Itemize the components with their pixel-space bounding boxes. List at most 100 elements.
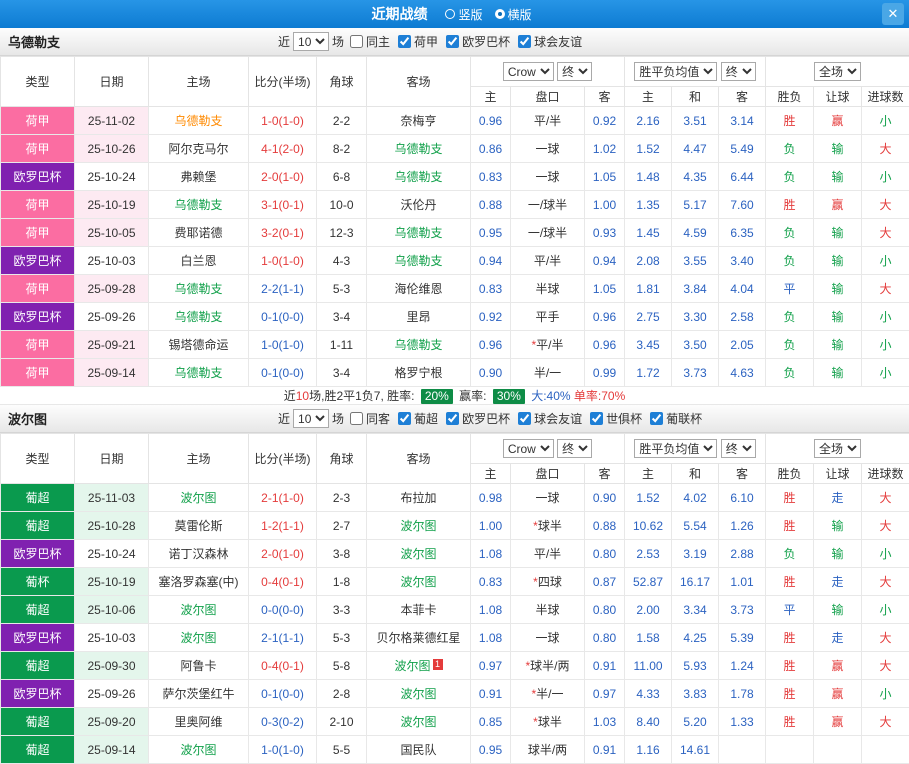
- checkbox-label: 欧罗巴杯: [462, 410, 510, 427]
- away-team[interactable]: 波尔图: [367, 540, 471, 568]
- handicap: 平/半: [511, 540, 585, 568]
- avg-home: 52.87: [625, 568, 672, 596]
- checkbox-input[interactable]: [398, 412, 411, 425]
- col-away: 客场: [367, 434, 471, 484]
- home-team[interactable]: 乌德勒支: [149, 275, 249, 303]
- home-team[interactable]: 费耶诺德: [149, 219, 249, 247]
- home-team[interactable]: 锡塔德命运: [149, 331, 249, 359]
- away-team[interactable]: 波尔图: [367, 680, 471, 708]
- checkbox-input[interactable]: [590, 412, 603, 425]
- goals-result: 大: [862, 512, 909, 540]
- away-team[interactable]: 乌德勒支: [367, 135, 471, 163]
- radio-label: 横版: [508, 6, 532, 23]
- scope-select[interactable]: 全场: [814, 439, 861, 458]
- handicap: 平手: [511, 303, 585, 331]
- home-team[interactable]: 乌德勒支: [149, 303, 249, 331]
- score: 1-0(1-0): [249, 331, 317, 359]
- away-team[interactable]: 波尔图1: [367, 652, 471, 680]
- away-team[interactable]: 贝尔格莱德红星: [367, 624, 471, 652]
- home-team[interactable]: 波尔图: [149, 624, 249, 652]
- odds-away: 0.87: [585, 568, 625, 596]
- filter-checkbox[interactable]: 欧罗巴杯: [446, 410, 510, 427]
- checkbox-input[interactable]: [446, 412, 459, 425]
- home-team[interactable]: 莫雷伦斯: [149, 512, 249, 540]
- home-team[interactable]: 乌德勒支: [149, 359, 249, 387]
- home-team[interactable]: 阿鲁卡: [149, 652, 249, 680]
- match-row: 欧罗巴杯25-10-03波尔图2-1(1-1)5-3贝尔格莱德红星1.08一球0…: [1, 624, 909, 652]
- home-team[interactable]: 阿尔克马尔: [149, 135, 249, 163]
- home-team[interactable]: 塞洛罗森塞(中): [149, 568, 249, 596]
- home-team[interactable]: 乌德勒支: [149, 107, 249, 135]
- avg-time-select[interactable]: 终: [721, 62, 756, 81]
- away-team[interactable]: 海伦维恩: [367, 275, 471, 303]
- odds-home: 0.96: [471, 107, 511, 135]
- filter-checkbox[interactable]: 葡联杯: [650, 410, 702, 427]
- home-team[interactable]: 波尔图: [149, 484, 249, 512]
- away-team[interactable]: 波尔图: [367, 568, 471, 596]
- filter-checkbox[interactable]: 球会友谊: [518, 410, 582, 427]
- home-team[interactable]: 萨尔茨堡红牛: [149, 680, 249, 708]
- avg-draw: 4.47: [672, 135, 719, 163]
- filter-checkbox[interactable]: 荷甲: [398, 33, 438, 50]
- score: 1-0(1-0): [249, 736, 317, 764]
- odds-source-select[interactable]: Crow: [503, 62, 554, 81]
- filter-checkbox[interactable]: 球会友谊: [518, 33, 582, 50]
- score: 0-4(0-1): [249, 568, 317, 596]
- checkbox-input[interactable]: [518, 412, 531, 425]
- odds-time-select[interactable]: 终: [557, 62, 592, 81]
- avg-away: 6.44: [719, 163, 766, 191]
- filter-checkbox[interactable]: 同主: [350, 33, 390, 50]
- checkbox-label: 世俱杯: [606, 410, 642, 427]
- away-team[interactable]: 乌德勒支: [367, 219, 471, 247]
- checkbox-input[interactable]: [350, 412, 363, 425]
- away-team[interactable]: 沃伦丹: [367, 191, 471, 219]
- odds-time-select[interactable]: 终: [557, 439, 592, 458]
- odds-source-select[interactable]: Crow: [503, 439, 554, 458]
- away-team[interactable]: 乌德勒支: [367, 163, 471, 191]
- home-team[interactable]: 波尔图: [149, 596, 249, 624]
- away-team[interactable]: 奈梅亨: [367, 107, 471, 135]
- scope-select[interactable]: 全场: [814, 62, 861, 81]
- away-team[interactable]: 布拉加: [367, 484, 471, 512]
- handicap: 一球: [511, 163, 585, 191]
- odds-home: 0.86: [471, 135, 511, 163]
- layout-radio-horizontal[interactable]: 横版: [495, 6, 532, 23]
- avg-away: 6.35: [719, 219, 766, 247]
- away-team[interactable]: 波尔图: [367, 708, 471, 736]
- league-filter-list: 同主荷甲欧罗巴杯球会友谊: [350, 33, 590, 50]
- away-team[interactable]: 本菲卡: [367, 596, 471, 624]
- filter-checkbox[interactable]: 同客: [350, 410, 390, 427]
- checkbox-input[interactable]: [350, 35, 363, 48]
- match-count-select[interactable]: 10: [293, 409, 329, 428]
- home-team[interactable]: 波尔图: [149, 736, 249, 764]
- filter-checkbox[interactable]: 世俱杯: [590, 410, 642, 427]
- home-team[interactable]: 诺丁汉森林: [149, 540, 249, 568]
- match-count-select[interactable]: 10: [293, 32, 329, 51]
- corner-score: 1-8: [317, 568, 367, 596]
- odds-home: 1.08: [471, 596, 511, 624]
- home-team[interactable]: 里奥阿维: [149, 708, 249, 736]
- avg-time-select[interactable]: 终: [721, 439, 756, 458]
- filter-checkbox[interactable]: 葡超: [398, 410, 438, 427]
- home-team[interactable]: 乌德勒支: [149, 191, 249, 219]
- avg-home: 4.33: [625, 680, 672, 708]
- filter-checkbox[interactable]: 欧罗巴杯: [446, 33, 510, 50]
- checkbox-input[interactable]: [518, 35, 531, 48]
- avg-source-select[interactable]: 胜平负均值: [634, 439, 717, 458]
- away-team[interactable]: 乌德勒支: [367, 331, 471, 359]
- away-team[interactable]: 乌德勒支: [367, 247, 471, 275]
- checkbox-input[interactable]: [650, 412, 663, 425]
- odds-home: 0.85: [471, 708, 511, 736]
- away-team[interactable]: 波尔图: [367, 512, 471, 540]
- home-team[interactable]: 白兰恩: [149, 247, 249, 275]
- away-team[interactable]: 格罗宁根: [367, 359, 471, 387]
- layout-radio-vertical[interactable]: 竖版: [445, 6, 482, 23]
- home-team[interactable]: 弗赖堡: [149, 163, 249, 191]
- avg-source-select[interactable]: 胜平负均值: [634, 62, 717, 81]
- checkbox-input[interactable]: [398, 35, 411, 48]
- away-team[interactable]: 里昂: [367, 303, 471, 331]
- away-team[interactable]: 国民队: [367, 736, 471, 764]
- avg-draw: 4.59: [672, 219, 719, 247]
- checkbox-input[interactable]: [446, 35, 459, 48]
- close-button[interactable]: ✕: [882, 3, 904, 25]
